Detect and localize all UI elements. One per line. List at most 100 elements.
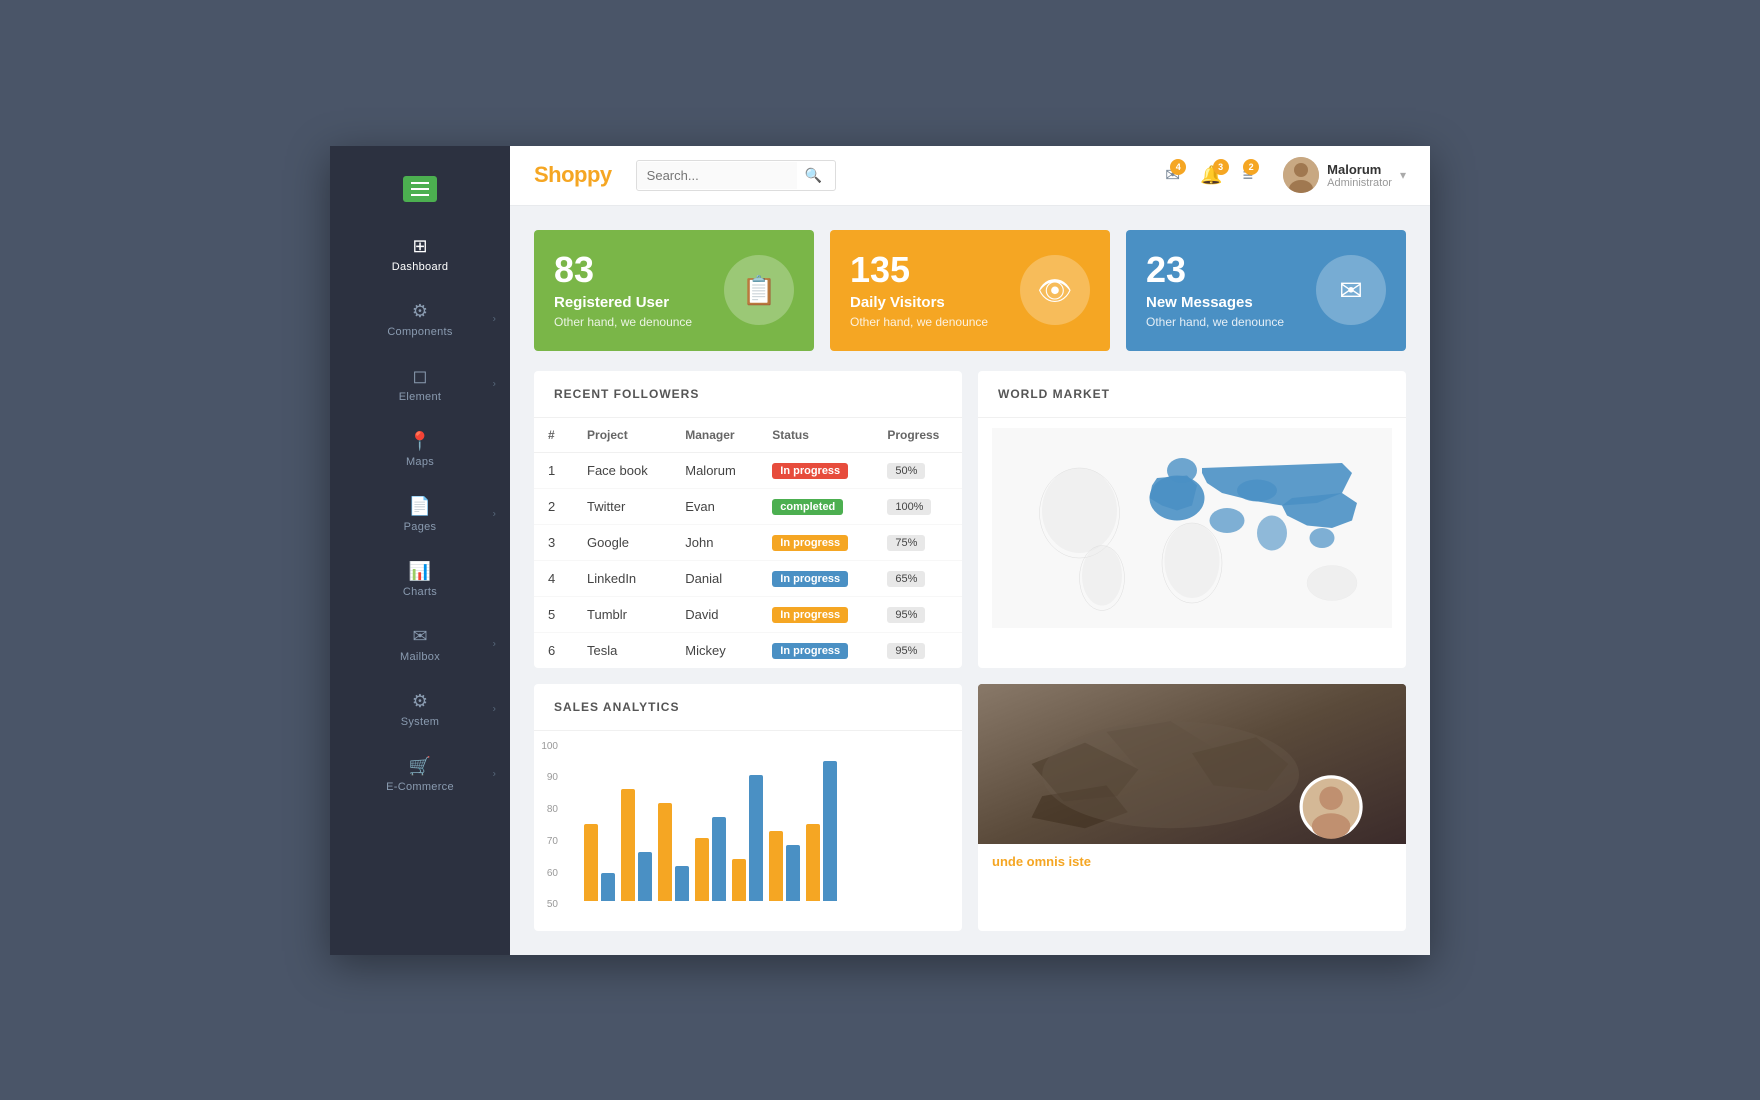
user-role: Administrator [1327, 177, 1392, 189]
cell-progress: 75% [873, 524, 962, 560]
bar-orange [732, 859, 746, 901]
cell-status: In progress [758, 596, 873, 632]
cell-manager: David [671, 596, 758, 632]
world-map-container [978, 418, 1406, 638]
col-status: Status [758, 418, 873, 453]
sidebar-item-dashboard[interactable]: ⊞ Dashboard [330, 222, 510, 287]
sidebar: ⊞ Dashboard ⚙ Components › ◻ Element › 📍… [330, 146, 510, 955]
sidebar-item-mailbox[interactable]: ✉ Mailbox › [330, 612, 510, 677]
sidebar-item-pages[interactable]: 📄 Pages › [330, 482, 510, 547]
bar-group [695, 817, 726, 901]
cell-num: 4 [534, 560, 573, 596]
header: Shoppy 🔍 ✉ 4 🔔 3 ≡ 2 [510, 146, 1430, 206]
sidebar-item-maps[interactable]: 📍 Maps [330, 417, 510, 482]
cell-status: In progress [758, 524, 873, 560]
notifications-badge: 3 [1213, 159, 1229, 175]
chevron-right-icon: › [493, 704, 496, 715]
bar-blue [675, 866, 689, 901]
bar-group [621, 789, 652, 901]
cell-progress: 95% [873, 632, 962, 668]
main-area: Shoppy 🔍 ✉ 4 🔔 3 ≡ 2 [510, 146, 1430, 955]
cell-project: Google [573, 524, 671, 560]
cell-status: In progress [758, 632, 873, 668]
cell-num: 3 [534, 524, 573, 560]
visitors-icon-circle: 👁 [1020, 255, 1090, 325]
user-name: Malorum [1327, 162, 1392, 177]
chart-area: 100 90 80 70 60 50 [534, 731, 962, 931]
cell-num: 5 [534, 596, 573, 632]
registered-icon-circle: 📋 [724, 255, 794, 325]
system-icon: ⚙ [412, 691, 428, 712]
cell-manager: John [671, 524, 758, 560]
cell-manager: Malorum [671, 452, 758, 488]
world-market-header: WORLD MARKET [978, 371, 1406, 418]
bar-orange [658, 803, 672, 901]
y-label-90: 90 [534, 772, 558, 783]
bar-group [658, 803, 689, 901]
sidebar-item-system[interactable]: ⚙ System › [330, 677, 510, 742]
charts-icon: 📊 [409, 561, 431, 582]
stat-cards: 83 Registered User Other hand, we denoun… [534, 230, 1406, 351]
bar-blue [749, 775, 763, 901]
cell-progress: 65% [873, 560, 962, 596]
messages-badge: 4 [1170, 159, 1186, 175]
document-icon: 📋 [742, 274, 777, 307]
recent-followers-header: RECENT FOLLOWERS [534, 371, 962, 418]
cell-project: LinkedIn [573, 560, 671, 596]
y-label-100: 100 [534, 741, 558, 752]
chevron-right-icon: › [493, 639, 496, 650]
bar-orange [806, 824, 820, 901]
chevron-right-icon: › [493, 314, 496, 325]
bar-blue [638, 852, 652, 901]
notifications-icon-wrap[interactable]: 🔔 3 [1200, 165, 1222, 186]
sidebar-item-element[interactable]: ◻ Element › [330, 352, 510, 417]
cell-status: In progress [758, 452, 873, 488]
cell-status: In progress [758, 560, 873, 596]
stat-desc-visitors: Other hand, we denounce [850, 315, 988, 329]
dashboard-icon: ⊞ [412, 236, 427, 257]
bar-group [584, 824, 615, 901]
table-body: 1 Face book Malorum In progress 50% 2 Tw… [534, 452, 962, 668]
messages-icon-wrap[interactable]: ✉ 4 [1165, 165, 1180, 186]
cell-project: Twitter [573, 488, 671, 524]
sales-analytics-title: SALES ANALYTICS [554, 700, 679, 714]
news-image [978, 684, 1406, 844]
cell-manager: Danial [671, 560, 758, 596]
stat-desc-registered: Other hand, we denounce [554, 315, 692, 329]
cell-project: Tumblr [573, 596, 671, 632]
stat-info-messages: 23 New Messages Other hand, we denounce [1146, 252, 1284, 329]
bar-blue [601, 873, 615, 901]
cell-progress: 95% [873, 596, 962, 632]
bar-blue [712, 817, 726, 901]
cell-project: Tesla [573, 632, 671, 668]
col-project: Project [573, 418, 671, 453]
tasks-icon-wrap[interactable]: ≡ 2 [1243, 165, 1254, 186]
sidebar-item-components[interactable]: ⚙ Components › [330, 287, 510, 352]
avatar [1283, 157, 1319, 193]
stat-label-visitors: Daily Visitors [850, 294, 988, 311]
bar-orange [695, 838, 709, 901]
table-row: 6 Tesla Mickey In progress 95% [534, 632, 962, 668]
menu-toggle[interactable] [330, 166, 510, 222]
user-area[interactable]: Malorum Administrator ▾ [1283, 157, 1406, 193]
recent-followers-title: RECENT FOLLOWERS [554, 387, 699, 401]
sidebar-item-charts[interactable]: 📊 Charts [330, 547, 510, 612]
stat-number-registered: 83 [554, 252, 692, 288]
y-label-60: 60 [534, 868, 558, 879]
world-map-svg [988, 428, 1396, 628]
col-manager: Manager [671, 418, 758, 453]
hamburger-icon[interactable] [403, 176, 437, 202]
pages-icon: 📄 [409, 496, 431, 517]
bar-orange [769, 831, 783, 901]
search-input[interactable] [637, 162, 797, 189]
y-label-70: 70 [534, 836, 558, 847]
chevron-right-icon: › [493, 509, 496, 520]
followers-table: # Project Manager Status Progress 1 Face… [534, 418, 962, 668]
sidebar-item-ecommerce[interactable]: 🛒 E-Commerce › [330, 742, 510, 807]
search-box[interactable]: 🔍 [636, 160, 836, 191]
table-header-row: # Project Manager Status Progress [534, 418, 962, 453]
stat-desc-messages: Other hand, we denounce [1146, 315, 1284, 329]
search-button[interactable]: 🔍 [797, 161, 830, 190]
bar-orange [584, 824, 598, 901]
bar-group [806, 761, 837, 901]
